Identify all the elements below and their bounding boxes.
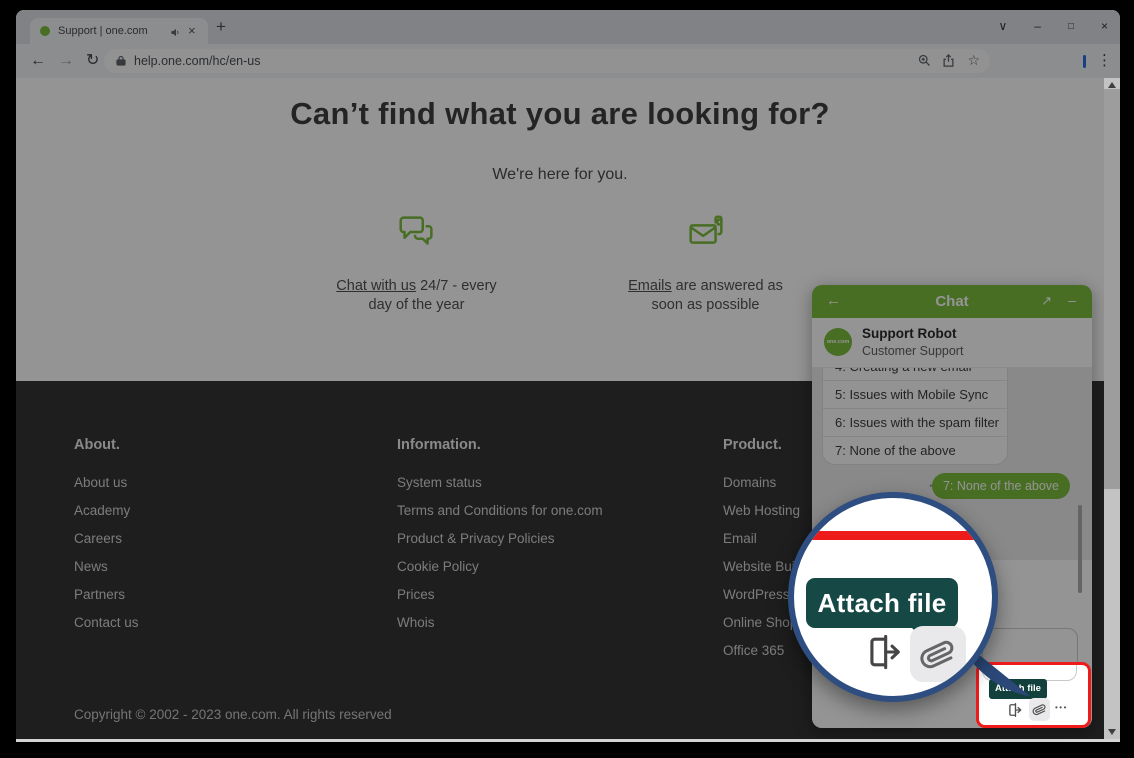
page-scrollbar-thumb[interactable] [1104, 89, 1120, 489]
window-bottom-edge [16, 739, 1120, 742]
page-scrollbar[interactable] [1104, 78, 1120, 739]
magnified-attach-file-tooltip: Attach file [806, 578, 958, 628]
magnified-attach-file-button [910, 626, 966, 682]
more-options-icon[interactable]: ••• [1055, 699, 1068, 717]
magnifier-circle: Attach file [788, 492, 998, 702]
browser-window: Support | one.com × + ∨ – □ × ← → ↻ help… [16, 10, 1120, 742]
scroll-down-arrow-icon[interactable] [1108, 729, 1116, 735]
scroll-up-arrow-icon[interactable] [1108, 82, 1116, 88]
magnified-exit-chat-icon [860, 630, 904, 679]
magnified-red-border [789, 531, 998, 540]
